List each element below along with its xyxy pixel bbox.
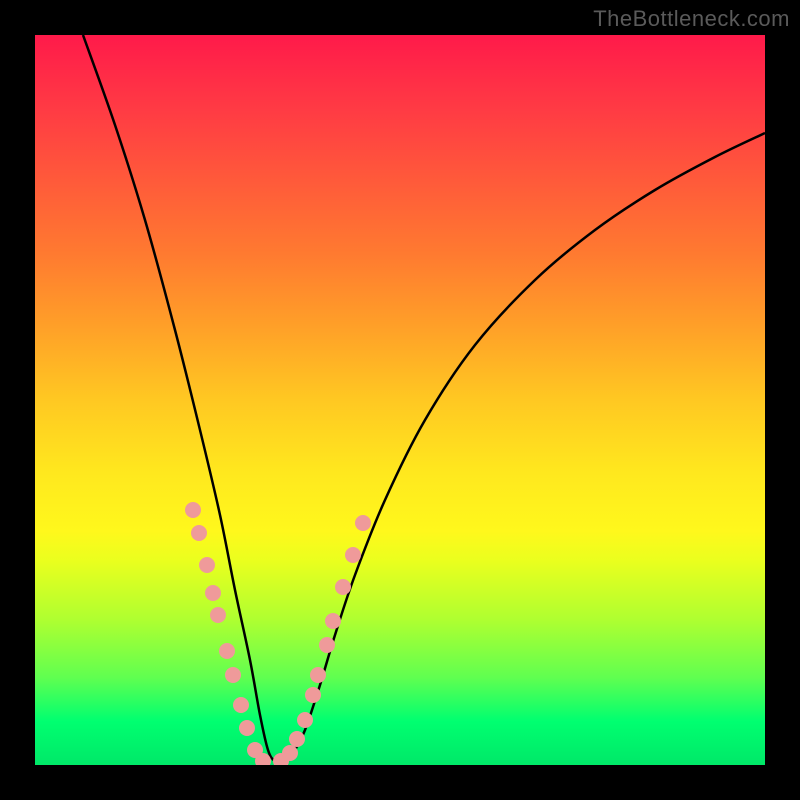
data-point bbox=[305, 687, 321, 703]
data-point bbox=[225, 667, 241, 683]
data-point bbox=[185, 502, 201, 518]
data-point bbox=[325, 613, 341, 629]
data-point bbox=[199, 557, 215, 573]
data-point bbox=[289, 731, 305, 747]
data-point bbox=[191, 525, 207, 541]
data-point bbox=[233, 697, 249, 713]
data-point bbox=[205, 585, 221, 601]
data-point bbox=[310, 667, 326, 683]
data-point bbox=[219, 643, 235, 659]
data-point bbox=[282, 745, 298, 761]
chart-area bbox=[35, 35, 765, 765]
data-point bbox=[345, 547, 361, 563]
data-point bbox=[355, 515, 371, 531]
bottleneck-curve bbox=[83, 35, 765, 762]
dots-left-branch bbox=[185, 502, 271, 765]
data-point bbox=[335, 579, 351, 595]
watermark: TheBottleneck.com bbox=[593, 6, 790, 32]
data-point bbox=[210, 607, 226, 623]
data-point bbox=[319, 637, 335, 653]
data-point bbox=[239, 720, 255, 736]
dots-right-branch bbox=[273, 515, 371, 765]
data-point bbox=[297, 712, 313, 728]
curve-svg bbox=[35, 35, 765, 765]
